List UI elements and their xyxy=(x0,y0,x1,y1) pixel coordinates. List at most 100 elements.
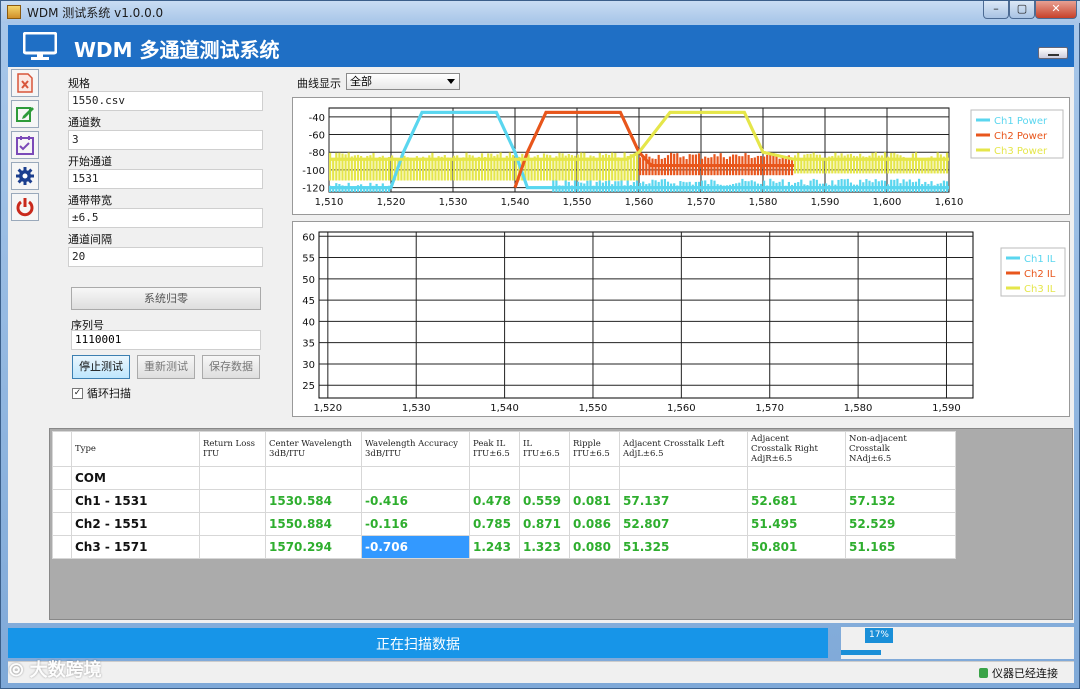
close-button[interactable]: ✕ xyxy=(1035,1,1077,19)
legend-label: Ch1 Power xyxy=(994,116,1048,127)
table-row[interactable]: Ch1 - 1531 1530.584 -0.416 0.478 0.559 0.081 5… xyxy=(52,489,956,513)
retest-button[interactable]: 重新测试 xyxy=(137,355,195,379)
x-tick-label: 1,550 xyxy=(563,197,592,208)
table-cell[interactable]: 52.807 xyxy=(619,512,748,536)
row-label[interactable]: Ch3 - 1571 xyxy=(71,535,200,559)
table-cell[interactable] xyxy=(619,466,748,490)
noise-bar xyxy=(409,157,412,181)
curve-display-select[interactable]: 全部 xyxy=(346,73,460,90)
table-cell[interactable] xyxy=(747,466,846,490)
column-header[interactable]: Adjacent Crosstalk Right AdjR±6.5 xyxy=(747,431,846,467)
x-tick-label: 1,530 xyxy=(439,197,468,208)
stop-test-button[interactable]: 停止测试 xyxy=(72,355,130,379)
table-row[interactable]: Ch3 - 1571 1570.294 -0.706 1.243 1.323 0.080 5… xyxy=(52,535,956,559)
table-cell[interactable]: 1.243 xyxy=(469,535,520,559)
table-cell[interactable] xyxy=(361,466,470,490)
table-cell[interactable]: 57.132 xyxy=(845,489,956,513)
table-cell[interactable] xyxy=(199,466,266,490)
settings-button[interactable] xyxy=(11,162,39,190)
schedule-button[interactable] xyxy=(11,131,39,159)
table-cell[interactable]: -0.416 xyxy=(361,489,470,513)
table-cell[interactable] xyxy=(199,489,266,513)
table-cell[interactable]: 1530.584 xyxy=(265,489,362,513)
system-zero-button[interactable]: 系统归零 xyxy=(71,287,261,310)
noise-bar xyxy=(914,152,918,174)
noise-bar xyxy=(480,153,484,181)
table-cell[interactable]: 1550.884 xyxy=(265,512,362,536)
table-row[interactable]: Ch2 - 1551 1550.884 -0.116 0.785 0.871 0.086 5… xyxy=(52,512,956,536)
table-cell[interactable]: 51.495 xyxy=(747,512,846,536)
noise-bar xyxy=(589,179,592,192)
row-label[interactable]: Ch1 - 1531 xyxy=(71,489,200,513)
column-header[interactable]: Ripple ITU±6.5 xyxy=(569,431,620,467)
column-header[interactable]: Type xyxy=(71,431,200,467)
table-cell[interactable] xyxy=(265,466,362,490)
noise-bar xyxy=(939,154,942,174)
column-header[interactable]: Return Loss ITU xyxy=(199,431,266,467)
table-cell[interactable]: 52.681 xyxy=(747,489,846,513)
column-header[interactable]: Wavelength Accuracy 3dB/ITU xyxy=(361,431,470,467)
table-cell[interactable]: 50.801 xyxy=(747,535,846,559)
channels-field[interactable]: 3 xyxy=(68,130,263,150)
table-cell[interactable]: 0.785 xyxy=(469,512,520,536)
table-cell[interactable] xyxy=(199,535,266,559)
table-cell[interactable]: 52.529 xyxy=(845,512,956,536)
table-cell[interactable]: 57.137 xyxy=(619,489,748,513)
column-header[interactable]: Adjacent Crosstalk Left AdjL±6.5 xyxy=(619,431,748,467)
edit-button[interactable] xyxy=(11,100,39,128)
noise-bar xyxy=(583,152,586,181)
row-header-cell[interactable] xyxy=(52,535,72,559)
table-cell[interactable]: 0.086 xyxy=(569,512,620,536)
table-cell[interactable]: 0.080 xyxy=(569,535,620,559)
loop-scan-checkbox[interactable]: ✓ xyxy=(72,387,83,399)
save-data-button[interactable]: 保存数据 xyxy=(202,355,260,379)
start-channel-field[interactable]: 1531 xyxy=(68,169,263,189)
column-header[interactable]: Peak IL ITU±6.5 xyxy=(469,431,520,467)
table-cell[interactable]: 0.559 xyxy=(519,489,570,513)
noise-bar xyxy=(806,153,809,174)
maximize-button[interactable]: ▢ xyxy=(1009,1,1035,19)
column-header[interactable]: Non-adjacent Crosstalk NAdj±6.5 xyxy=(845,431,956,467)
table-cell[interactable]: 51.325 xyxy=(619,535,748,559)
export-excel-button[interactable] xyxy=(11,69,39,97)
minimize-button[interactable]: – xyxy=(983,1,1009,19)
x-tick-label: 1,560 xyxy=(667,403,696,414)
noise-bar xyxy=(859,153,862,174)
serial-field[interactable]: 1110001 xyxy=(71,330,261,350)
table-cell[interactable]: -0.706 xyxy=(361,535,470,559)
table-cell[interactable]: 1570.294 xyxy=(265,535,362,559)
spacing-field[interactable]: 20 xyxy=(68,247,263,267)
table-cell[interactable] xyxy=(845,466,956,490)
row-label[interactable]: Ch2 - 1551 xyxy=(71,512,200,536)
noise-bar xyxy=(635,153,639,181)
noise-bar xyxy=(896,178,899,192)
noise-bar xyxy=(945,152,949,174)
table-cell[interactable] xyxy=(199,512,266,536)
column-header-line: AdjR±6.5 xyxy=(751,454,793,464)
table-cell[interactable]: 0.478 xyxy=(469,489,520,513)
table-cell[interactable]: 51.165 xyxy=(845,535,956,559)
table-cell[interactable] xyxy=(519,466,570,490)
row-header-cell[interactable] xyxy=(52,489,72,513)
bandwidth-field[interactable]: ±6.5 xyxy=(68,208,263,228)
power-button[interactable] xyxy=(11,193,39,221)
collapse-button[interactable] xyxy=(1038,47,1068,59)
table-cell[interactable] xyxy=(469,466,520,490)
column-header[interactable]: Center Wavelength 3dB/ITU xyxy=(265,431,362,467)
table-cell[interactable]: -0.116 xyxy=(361,512,470,536)
y-tick-label: -100 xyxy=(302,166,325,177)
table-cell[interactable]: 0.871 xyxy=(519,512,570,536)
table-row[interactable]: COM xyxy=(52,466,956,490)
table-cell[interactable] xyxy=(569,466,620,490)
row-label[interactable]: COM xyxy=(71,466,200,490)
table-cell[interactable]: 0.081 xyxy=(569,489,620,513)
title-bar[interactable]: WDM 测试系统 v1.0.0.0 – ▢ ✕ xyxy=(1,1,1080,23)
spec-field[interactable]: 1550.csv xyxy=(68,91,263,111)
noise-bar xyxy=(632,154,635,181)
row-header-cell[interactable] xyxy=(52,512,72,536)
legend-label: Ch3 IL xyxy=(1024,284,1056,295)
noise-bar xyxy=(660,158,663,176)
row-header-cell[interactable] xyxy=(52,466,72,490)
column-header[interactable]: IL ITU±6.5 xyxy=(519,431,570,467)
table-cell[interactable]: 1.323 xyxy=(519,535,570,559)
